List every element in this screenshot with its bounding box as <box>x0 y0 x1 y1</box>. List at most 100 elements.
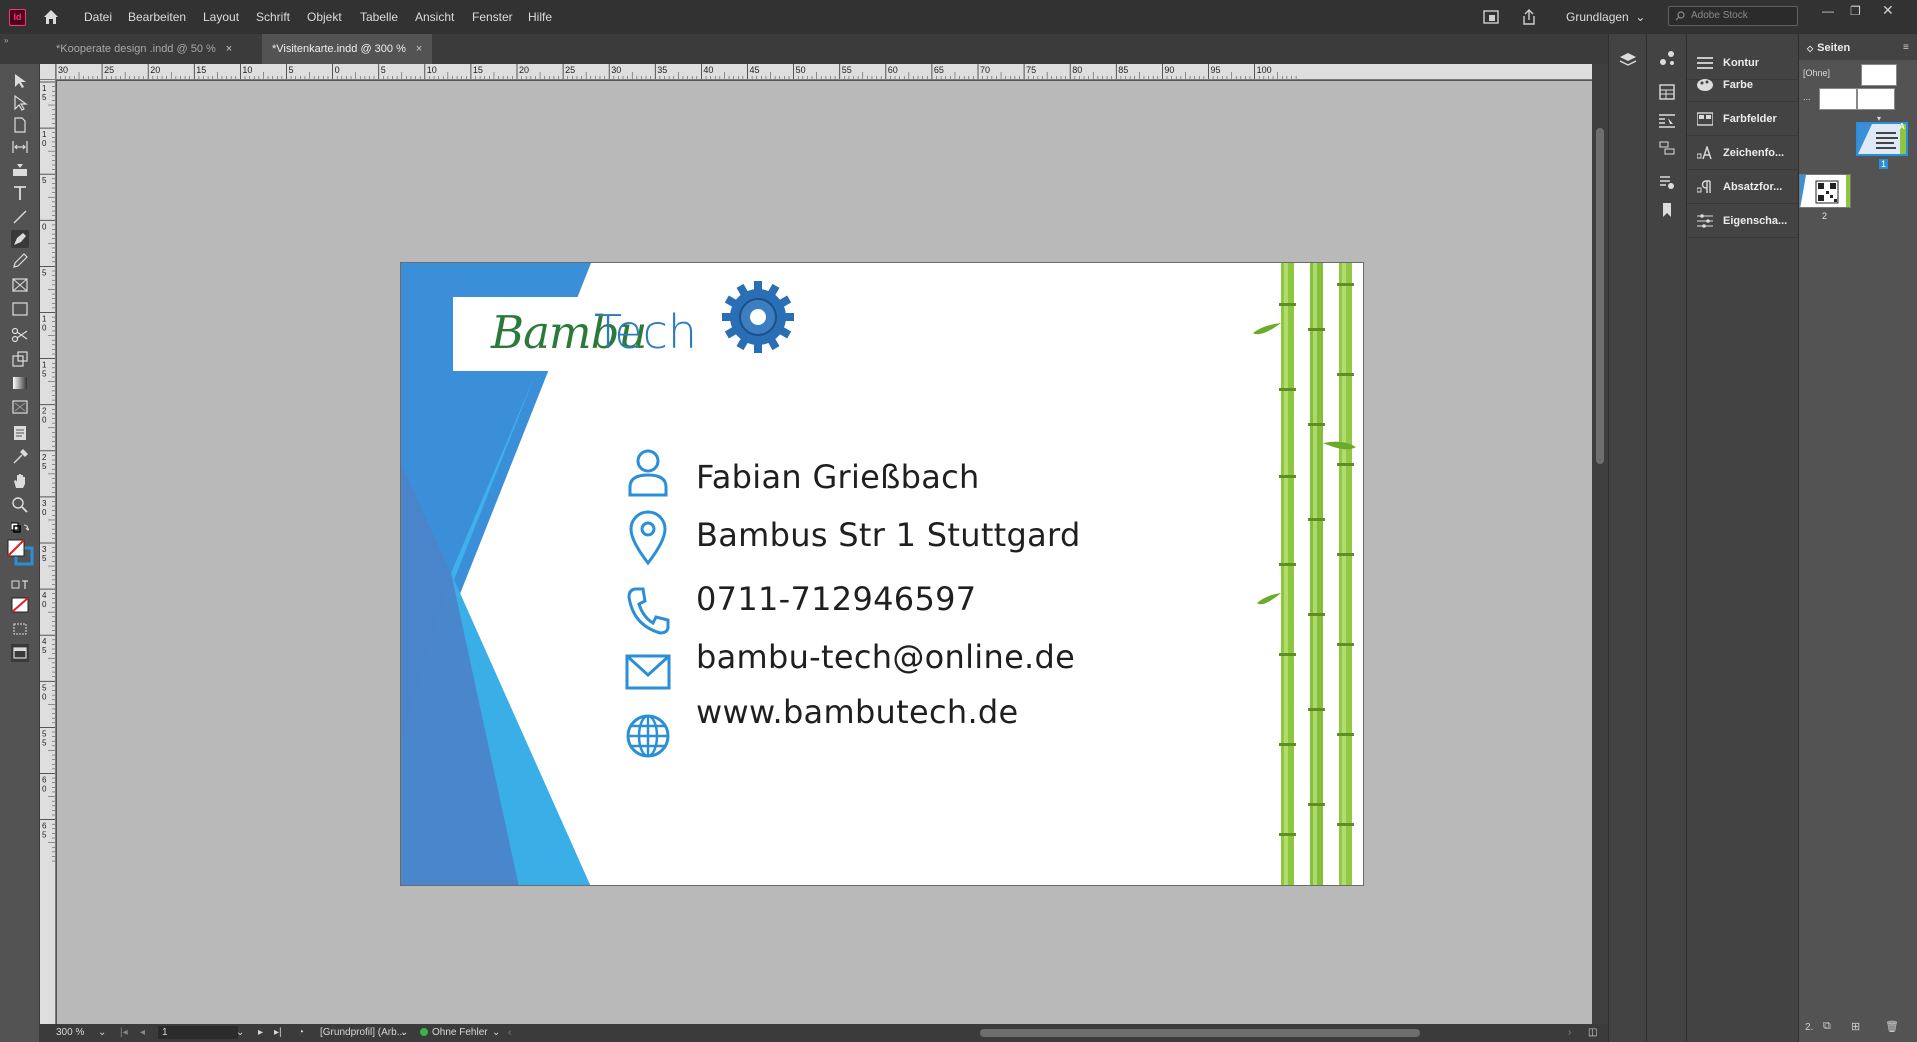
restore-icon[interactable]: ❐ <box>1850 4 1861 18</box>
vertical-scroll-thumb[interactable] <box>1596 128 1604 464</box>
panel-label: Farbe <box>1723 79 1753 91</box>
preflight-menu-icon[interactable]: ⌄ <box>492 1027 500 1038</box>
line-tool-icon[interactable] <box>11 208 29 226</box>
close-window-icon[interactable]: ✕ <box>1882 2 1894 19</box>
ruler-label: 5 <box>289 65 294 75</box>
rectangle-tool-icon[interactable] <box>11 300 29 318</box>
new-page-icon[interactable]: ⊞ <box>1851 1020 1860 1033</box>
a-master-right-thumbnail[interactable] <box>1857 88 1895 110</box>
type-tool-icon[interactable] <box>11 184 29 202</box>
adobe-stock-search[interactable]: Adobe Stock <box>1668 6 1798 26</box>
business-card-page[interactable]: Bambu Tech Fabian Grießbach Bambus Str 1… <box>400 262 1364 886</box>
previous-page-icon[interactable]: ◂ <box>140 1027 145 1038</box>
pencil-tool-icon[interactable] <box>11 252 29 270</box>
menu-fenster[interactable]: Fenster <box>472 10 513 24</box>
vertical-ruler[interactable]: 1510505101520253035404550556065 <box>40 80 56 1024</box>
panel-absatzformate[interactable]: Absatzfor... <box>1687 170 1799 204</box>
a-master-left-thumbnail[interactable] <box>1819 88 1857 110</box>
hand-tool-icon[interactable] <box>11 472 29 490</box>
zoom-tool-icon[interactable] <box>11 496 29 514</box>
text-wrap-icon[interactable] <box>1657 110 1677 130</box>
page-number-field[interactable]: 1 <box>158 1026 238 1039</box>
pages-panel-tab[interactable]: ◇ Seiten <box>1799 34 1917 60</box>
master-none-thumbnail[interactable] <box>1861 64 1897 86</box>
zoom-dropdown-icon[interactable]: ⌄ <box>98 1027 106 1038</box>
gap-tool-icon[interactable] <box>11 138 29 156</box>
tab-kooperate-design[interactable]: *Kooperate design .indd @ 50 % × <box>46 34 242 64</box>
panel-zeichenformate[interactable]: Zeichenfo... <box>1687 136 1799 170</box>
gradient-feather-tool-icon[interactable] <box>11 398 29 416</box>
default-fill-stroke-icon[interactable] <box>10 520 31 533</box>
horizontal-ruler[interactable]: 30 25 20 15 10 5 0 5 10 15 20 25 30 35 40 45 50 55 60 65 70 7… <box>56 64 1592 80</box>
selection-tool-icon[interactable] <box>11 72 29 90</box>
scroll-left-icon[interactable]: ‹ <box>508 1027 511 1038</box>
collapse-toolbar-icon[interactable]: » <box>4 36 8 45</box>
page-2-thumbnail[interactable] <box>1799 174 1851 208</box>
page-2-number[interactable]: 2 <box>1822 211 1827 221</box>
tab-visitenkarte[interactable]: *Visitenkarte.indd @ 300 % × <box>262 34 433 64</box>
free-transform-tool-icon[interactable] <box>11 350 29 368</box>
layers-icon[interactable] <box>1618 50 1638 70</box>
indesign-app-icon[interactable]: Id <box>9 9 26 26</box>
share-icon[interactable] <box>1520 8 1538 26</box>
delete-page-icon[interactable]: 🗑 <box>1885 1020 1899 1033</box>
apply-none-icon[interactable] <box>11 596 29 614</box>
table-icon[interactable] <box>1657 82 1677 102</box>
cc-libraries-icon[interactable] <box>1657 172 1677 192</box>
align-icon[interactable] <box>1657 138 1677 158</box>
menu-bearbeiten[interactable]: Bearbeiten <box>128 10 186 24</box>
close-tab-icon[interactable]: × <box>226 43 232 55</box>
minimize-icon[interactable]: — <box>1822 4 1834 18</box>
menu-ansicht[interactable]: Ansicht <box>415 10 454 24</box>
view-mode-icon[interactable] <box>11 644 29 662</box>
workspace-switcher[interactable]: Grundlagen ⌄ <box>1566 10 1645 24</box>
links-icon[interactable] <box>1657 48 1677 68</box>
rectangle-frame-tool-icon[interactable] <box>11 276 29 294</box>
pen-tool-icon[interactable] <box>11 230 29 248</box>
fill-stroke-swatch[interactable] <box>6 538 34 566</box>
ruler-origin[interactable] <box>40 64 56 80</box>
formatting-affects-container-icon[interactable] <box>11 576 29 589</box>
scissors-tool-icon[interactable] <box>11 326 29 344</box>
home-icon[interactable] <box>42 8 60 26</box>
master-none-label[interactable]: [Ohne] <box>1803 68 1830 78</box>
edit-page-size-icon[interactable]: ⧉ <box>1823 1020 1831 1033</box>
menu-hilfe[interactable]: Hilfe <box>528 10 552 24</box>
gradient-tool-icon[interactable] <box>11 374 29 392</box>
split-window-icon[interactable]: ◫ <box>1588 1027 1597 1038</box>
zoom-level-field[interactable]: 300 % <box>56 1027 84 1038</box>
preflight-status[interactable]: Ohne Fehler <box>432 1027 488 1038</box>
panel-eigenschaften[interactable]: Eigenscha... <box>1687 204 1799 238</box>
panel-menu-icon[interactable]: ≡ <box>1903 42 1909 53</box>
direct-selection-tool-icon[interactable] <box>11 94 29 112</box>
publish-online-icon[interactable] <box>1482 8 1500 26</box>
panel-farbfelder[interactable]: Farbfelder <box>1687 102 1799 136</box>
panel-farbe[interactable]: Farbe <box>1687 68 1799 102</box>
first-page-icon[interactable]: |◂ <box>120 1027 128 1038</box>
scroll-right-icon[interactable]: › <box>1568 1027 1571 1038</box>
horizontal-scroll-thumb[interactable] <box>980 1029 1420 1037</box>
page-size-icon[interactable]: 2. <box>1805 1022 1813 1033</box>
screen-mode-icon[interactable] <box>11 620 29 638</box>
menu-datei[interactable]: Datei <box>84 10 112 24</box>
menu-tabelle[interactable]: Tabelle <box>360 10 398 24</box>
last-page-icon[interactable]: ▸| <box>274 1027 282 1038</box>
close-tab-icon[interactable]: × <box>416 43 422 55</box>
page-tool-icon[interactable] <box>11 116 29 134</box>
page-1-number[interactable]: 1 <box>1879 159 1889 169</box>
page-dropdown-icon[interactable]: ⌄ <box>236 1027 244 1038</box>
menu-objekt[interactable]: Objekt <box>307 10 342 24</box>
vertical-scrollbar[interactable] <box>1592 64 1608 1024</box>
bookmark-icon[interactable] <box>1657 200 1677 220</box>
next-page-icon[interactable]: ▸ <box>258 1027 263 1038</box>
menu-schrift[interactable]: Schrift <box>256 10 290 24</box>
content-collector-icon[interactable] <box>11 160 29 178</box>
menu-layout[interactable]: Layout <box>203 10 239 24</box>
note-tool-icon[interactable] <box>11 424 29 442</box>
profile-dropdown-icon[interactable]: ⌄ <box>400 1027 408 1038</box>
a-master-label[interactable]: ... <box>1803 92 1811 102</box>
collapse-arrow-icon[interactable]: ◇ <box>1807 44 1813 53</box>
preflight-profile[interactable]: [Grundprofil] (Arb... <box>320 1027 405 1038</box>
eyedropper-tool-icon[interactable] <box>11 448 29 466</box>
preflight-profile-icon[interactable]: ◔ <box>298 1027 304 1038</box>
